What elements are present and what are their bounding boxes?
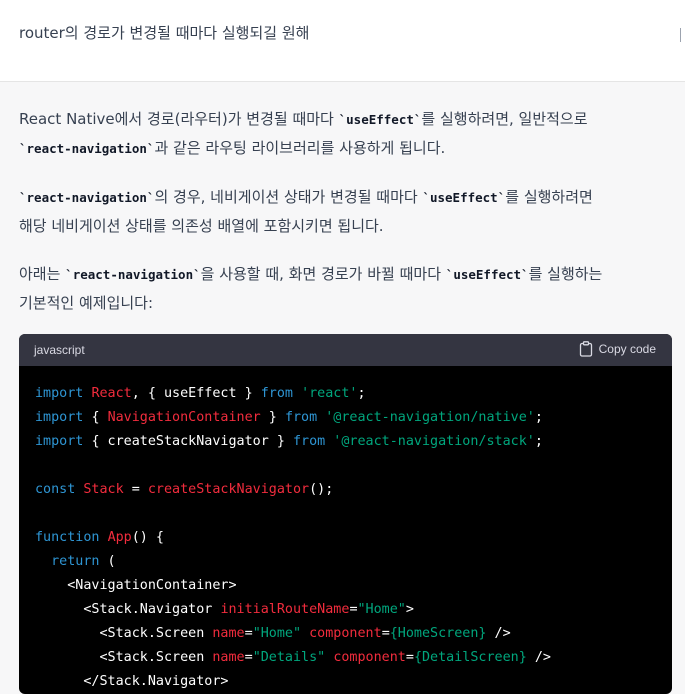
answer-paragraph-1: React Native에서 경로(라우터)가 변경될 때마다 `useEffe…	[19, 105, 669, 163]
code-token: function	[35, 530, 108, 545]
code-token: import	[35, 386, 92, 401]
code-token: '@react-navigation/native'	[325, 410, 535, 425]
code-token: import	[35, 434, 92, 449]
user-message-bar: router의 경로가 변경될 때마다 실행되길 원해	[0, 0, 685, 82]
code-token: =	[244, 650, 253, 665]
code-token: >	[405, 602, 414, 617]
code-line: const Stack = createStackNavigator();	[35, 478, 656, 502]
copy-code-button[interactable]: Copy code	[579, 341, 656, 357]
code-token: React	[91, 386, 132, 401]
text-span: 를 실행하는	[528, 265, 603, 283]
code-token: component	[333, 650, 406, 665]
code-token: ;	[534, 434, 543, 449]
code-token: Stack	[83, 482, 124, 497]
inline-code: `useEffect`	[445, 267, 529, 282]
code-token: ;	[357, 386, 366, 401]
code-token: ;	[534, 410, 543, 425]
code-line: import React, { useEffect } from 'react'…	[35, 382, 656, 406]
code-line: <NavigationContainer>	[35, 574, 656, 598]
code-line: </Stack.Navigator>	[35, 670, 656, 694]
code-token: (	[99, 554, 116, 569]
user-message-text: router의 경로가 변경될 때마다 실행되길 원해	[19, 24, 310, 42]
code-token: from	[292, 434, 334, 449]
code-token: 'react'	[301, 386, 358, 401]
code-token: }	[260, 410, 285, 425]
code-token: () {	[131, 530, 164, 545]
code-token: "Home"	[252, 626, 302, 641]
code-token: =	[349, 602, 358, 617]
code-token: from	[260, 386, 302, 401]
text-span: 를 실행하려면, 일반적으로	[421, 110, 588, 128]
code-token: />	[486, 626, 511, 641]
code-block: javascript Copy code import React, { use…	[19, 334, 672, 694]
code-token: </Stack.Navigator>	[35, 674, 229, 689]
text-span: 기본적인 예제입니다:	[19, 294, 154, 312]
code-token: {	[91, 410, 108, 425]
code-token: App	[107, 530, 132, 545]
inline-code: `react-navigation`	[19, 141, 155, 156]
assistant-answer: React Native에서 경로(라우터)가 변경될 때마다 `useEffe…	[19, 105, 669, 337]
code-token: import	[35, 410, 92, 425]
code-token: "Details"	[252, 650, 326, 665]
text-span: 를 실행하려면	[505, 188, 593, 206]
clipboard-icon	[579, 341, 593, 357]
code-token: ();	[309, 482, 334, 497]
inline-code: `react-navigation`	[19, 190, 155, 205]
code-token: { createStackNavigator }	[91, 434, 293, 449]
text-span: 을 사용할 때, 화면 경로가 바뀔 때마다	[200, 265, 446, 283]
code-token: <Stack.Screen	[35, 650, 213, 665]
code-line: import { createStackNavigator } from '@r…	[35, 430, 656, 454]
inline-code: `useEffect`	[338, 112, 422, 127]
code-token: =	[244, 626, 253, 641]
code-token: name	[212, 626, 245, 641]
code-token: {HomeScreen}	[389, 626, 487, 641]
code-token: =	[405, 650, 414, 665]
answer-paragraph-3: 아래는 `react-navigation`을 사용할 때, 화면 경로가 바뀔…	[19, 260, 669, 317]
code-line: <Stack.Navigator initialRouteName="Home"…	[35, 598, 656, 622]
code-token: , { useEffect }	[131, 386, 261, 401]
text-span: 의 경우, 네비게이션 상태가 변경될 때마다	[154, 188, 423, 206]
code-content: import React, { useEffect } from 'react'…	[19, 366, 672, 694]
text-span: React Native에서 경로(라우터)가 변경될 때마다	[19, 110, 339, 128]
code-token: <Stack.Navigator	[35, 602, 221, 617]
code-token: createStackNavigator	[147, 482, 310, 497]
code-token: =	[381, 626, 390, 641]
inline-code: `useEffect`	[422, 190, 506, 205]
code-token: <NavigationContainer>	[35, 578, 237, 593]
text-span: 아래는	[19, 265, 66, 283]
code-token: name	[212, 650, 245, 665]
code-token: from	[284, 410, 326, 425]
code-token: const	[35, 482, 84, 497]
code-token: return	[51, 554, 100, 569]
code-token: />	[526, 650, 551, 665]
code-token: =	[123, 482, 148, 497]
scrollbar-edge[interactable]	[680, 28, 685, 42]
code-token: NavigationContainer	[107, 410, 261, 425]
code-line: <Stack.Screen name="Home" component={Hom…	[35, 622, 656, 646]
code-block-header: javascript Copy code	[19, 334, 672, 366]
code-token: '@react-navigation/stack'	[333, 434, 535, 449]
code-token: <Stack.Screen	[35, 626, 213, 641]
code-line: <Stack.Screen name="Details" component={…	[35, 646, 656, 670]
text-span: 해당 네비게이션 상태를 의존성 배열에 포함시키면 됩니다.	[19, 217, 384, 235]
code-token: {DetailScreen}	[413, 650, 527, 665]
inline-code: `react-navigation`	[65, 267, 201, 282]
copy-code-label: Copy code	[598, 342, 656, 356]
text-span: 과 같은 라우팅 라이브러리를 사용하게 됩니다.	[154, 139, 446, 157]
answer-paragraph-2: `react-navigation`의 경우, 네비게이션 상태가 변경될 때마…	[19, 183, 669, 240]
code-token: initialRouteName	[220, 602, 350, 617]
code-token: "Home"	[357, 602, 406, 617]
code-language-label: javascript	[34, 343, 85, 357]
code-line: function App() {	[35, 526, 656, 550]
code-line: return (	[35, 550, 656, 574]
code-token: component	[309, 626, 382, 641]
code-line: import { NavigationContainer } from '@re…	[35, 406, 656, 430]
